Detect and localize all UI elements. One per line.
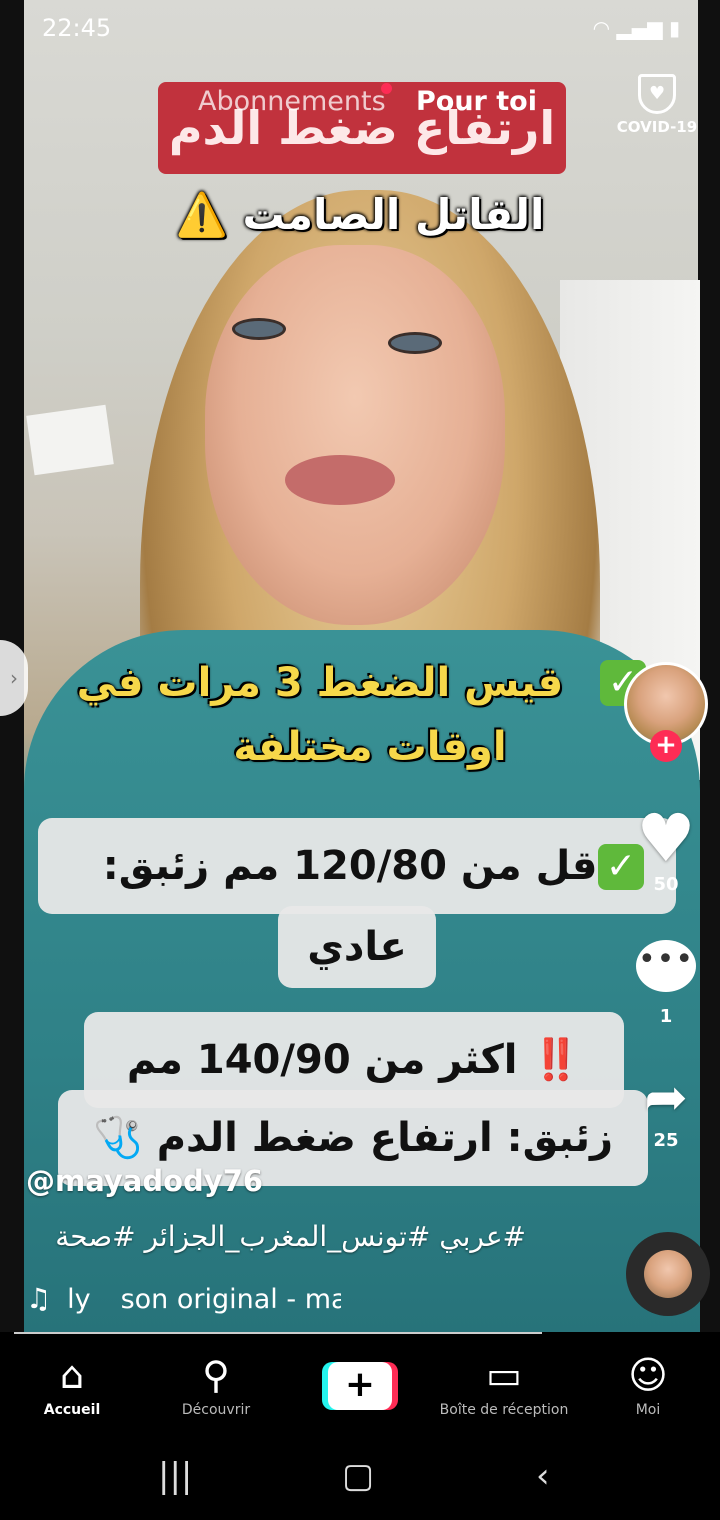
info-box-normal-text: اقل من 120/80 مم زئبق: [102, 843, 612, 889]
caption-line-1: قيس الضغط 3 مرات في [76, 660, 564, 706]
video-person-eye-right [388, 332, 442, 354]
info-box-normal-result: عادي [278, 906, 436, 988]
music-disc[interactable] [626, 1232, 710, 1316]
home-icon: ⌂ [59, 1353, 85, 1397]
caption-subtitle: ⚠️ القاتل الصامت [175, 190, 545, 239]
video-person-lips [285, 455, 395, 505]
home-system-icon[interactable]: ▢ [342, 1456, 374, 1496]
covid-button[interactable]: ♥ COVID-19 [612, 74, 702, 136]
inbox-icon: ▭ [486, 1353, 522, 1397]
back-icon[interactable]: ‹ [536, 1456, 550, 1496]
like-count: 50 [653, 874, 679, 895]
comment-button[interactable]: ••• 1 [628, 940, 704, 1027]
nav-me[interactable]: ☺ Moi [578, 1352, 718, 1418]
video-person-face [205, 245, 505, 625]
video-background-sign [26, 404, 114, 476]
tab-for-you[interactable]: Pour toi [416, 86, 537, 117]
music-track: son original - ma [120, 1284, 341, 1315]
share-button[interactable]: ➦ 25 [628, 1068, 704, 1151]
post-hashtags[interactable]: #عربي #تونس_المغرب_الجزائر #صحة [26, 1220, 526, 1253]
system-nav-bar: ||| ▢ ‹ [0, 1434, 720, 1520]
video-person-eye-left [232, 318, 286, 340]
music-disc-cover [644, 1250, 692, 1298]
bottom-nav: ⌂ Accueil ⚲ Découvrir + ▭ Boîte de récep… [0, 1334, 720, 1434]
covid-label: COVID-19 [616, 118, 698, 136]
nav-home-label: Accueil [43, 1402, 101, 1418]
status-bar: 22:45 ◠ ▂▄▆ ▮ [0, 0, 720, 56]
search-icon: ⚲ [202, 1353, 230, 1397]
create-button[interactable]: + [322, 1362, 398, 1410]
like-button[interactable]: ♥ 50 [628, 800, 704, 896]
signal-icon: ▂▄▆ [616, 16, 663, 40]
new-content-dot [381, 83, 392, 94]
info-box-normal: اقل من 120/80 مم زئبق: [38, 818, 676, 914]
nav-inbox-label: Boîte de réception [439, 1402, 569, 1418]
music-info[interactable]: ♫ ly son original - ma [26, 1282, 341, 1315]
music-prefix: ly [67, 1284, 91, 1315]
nav-inbox[interactable]: ▭ Boîte de réception [434, 1352, 574, 1418]
nav-discover-label: Découvrir [181, 1402, 251, 1418]
nav-discover[interactable]: ⚲ Découvrir [146, 1352, 286, 1418]
recent-apps-icon[interactable]: ||| [158, 1456, 192, 1496]
caption-line-2: اوقات مختلفة [233, 724, 507, 770]
status-icons: ◠ ▂▄▆ ▮ [593, 16, 680, 40]
plus-icon: + [328, 1362, 392, 1410]
share-icon: ➦ [644, 1068, 688, 1128]
creator-username[interactable]: @mayadody76 [26, 1164, 263, 1198]
share-count: 25 [653, 1130, 679, 1151]
profile-icon: ☺ [628, 1353, 668, 1397]
nav-home[interactable]: ⌂ Accueil [2, 1352, 142, 1418]
wifi-icon: ◠ [592, 16, 611, 40]
music-note-icon: ♫ [26, 1282, 52, 1315]
tab-following[interactable]: Abonnements [198, 86, 386, 117]
nav-me-label: Moi [635, 1402, 661, 1418]
follow-button[interactable]: + [650, 730, 682, 762]
battery-icon: ▮ [668, 16, 680, 40]
heart-icon: ♥ [636, 800, 696, 877]
comment-count: 1 [659, 1006, 673, 1027]
shield-icon: ♥ [638, 74, 676, 114]
status-time: 22:45 [42, 14, 112, 42]
comment-icon: ••• [636, 940, 696, 992]
